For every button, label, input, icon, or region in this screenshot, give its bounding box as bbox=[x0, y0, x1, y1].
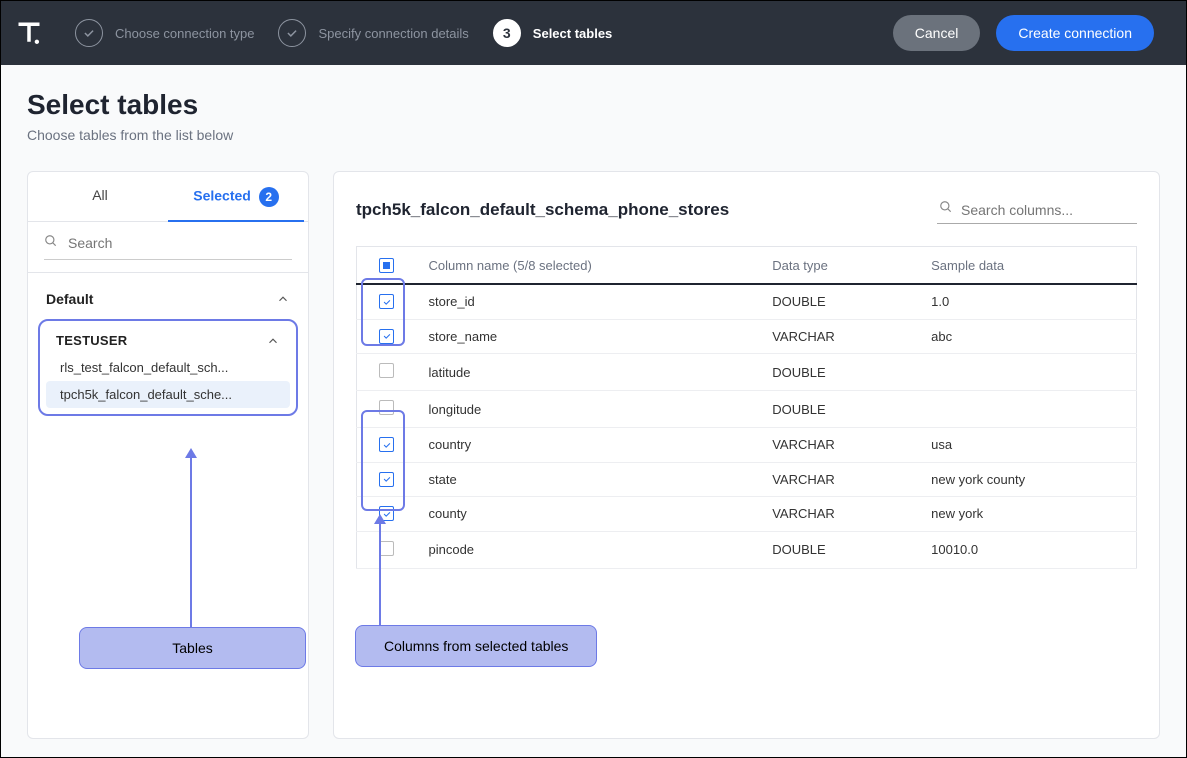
schema-header[interactable]: Default bbox=[38, 285, 298, 313]
data-type-cell: VARCHAR bbox=[760, 497, 919, 532]
column-name-cell: country bbox=[417, 428, 761, 463]
column-checkbox[interactable] bbox=[379, 294, 394, 309]
filter-tabs: All Selected 2 bbox=[28, 172, 308, 222]
tab-all[interactable]: All bbox=[32, 172, 168, 221]
column-checkbox[interactable] bbox=[379, 472, 394, 487]
step-select-tables[interactable]: 3 Select tables bbox=[493, 19, 613, 47]
data-type-cell: DOUBLE bbox=[760, 354, 919, 391]
table-row: store_nameVARCHARabc bbox=[357, 319, 1137, 354]
table-row: latitudeDOUBLE bbox=[357, 354, 1137, 391]
cancel-button[interactable]: Cancel bbox=[893, 15, 981, 51]
sample-data-cell bbox=[919, 354, 1136, 391]
sample-data-cell: abc bbox=[919, 319, 1136, 354]
annotation-columns: Columns from selected tables bbox=[355, 625, 597, 667]
check-icon bbox=[278, 19, 306, 47]
data-type-cell: DOUBLE bbox=[760, 284, 919, 319]
app-logo bbox=[15, 19, 71, 47]
data-type-cell: DOUBLE bbox=[760, 391, 919, 428]
step-connection-type[interactable]: Choose connection type bbox=[75, 19, 254, 47]
schema-group-testuser: TESTUSER rls_test_falcon_default_sch...t… bbox=[38, 319, 298, 416]
page-title: Select tables bbox=[27, 89, 1160, 121]
check-icon bbox=[75, 19, 103, 47]
table-search[interactable] bbox=[44, 234, 292, 260]
column-name-cell: county bbox=[417, 497, 761, 532]
sample-data-cell: 1.0 bbox=[919, 284, 1136, 319]
step-label: Specify connection details bbox=[318, 26, 468, 41]
column-search[interactable] bbox=[937, 196, 1137, 224]
table-list-item[interactable]: rls_test_falcon_default_sch... bbox=[46, 354, 290, 381]
wizard-steps: Choose connection type Specify connectio… bbox=[75, 19, 612, 47]
table-row: stateVARCHARnew york county bbox=[357, 462, 1137, 497]
table-list-item[interactable]: tpch5k_falcon_default_sche... bbox=[46, 381, 290, 408]
columns-table: Column name (5/8 selected) Data type Sam… bbox=[356, 246, 1137, 569]
table-search-input[interactable] bbox=[68, 235, 292, 251]
search-icon bbox=[44, 234, 58, 251]
user-group-header[interactable]: TESTUSER bbox=[46, 327, 290, 354]
topbar: Choose connection type Specify connectio… bbox=[1, 1, 1186, 65]
column-checkbox[interactable] bbox=[379, 329, 394, 344]
step-number: 3 bbox=[493, 19, 521, 47]
sample-data-cell: usa bbox=[919, 428, 1136, 463]
tables-panel: All Selected 2 Default bbox=[27, 171, 309, 739]
columns-panel: tpch5k_falcon_default_schema_phone_store… bbox=[333, 171, 1160, 739]
step-connection-details[interactable]: Specify connection details bbox=[278, 19, 468, 47]
column-name-cell: state bbox=[417, 462, 761, 497]
data-type-cell: VARCHAR bbox=[760, 319, 919, 354]
search-icon bbox=[939, 200, 953, 219]
column-name-header: Column name (5/8 selected) bbox=[417, 247, 761, 285]
sample-data-cell: new york county bbox=[919, 462, 1136, 497]
step-label: Choose connection type bbox=[115, 26, 254, 41]
column-name-cell: store_id bbox=[417, 284, 761, 319]
selected-count-badge: 2 bbox=[259, 187, 279, 207]
data-type-header: Data type bbox=[760, 247, 919, 285]
column-search-input[interactable] bbox=[961, 202, 1142, 218]
sample-data-cell bbox=[919, 391, 1136, 428]
step-label: Select tables bbox=[533, 26, 613, 41]
table-row: countryVARCHARusa bbox=[357, 428, 1137, 463]
selected-table-title: tpch5k_falcon_default_schema_phone_store… bbox=[356, 200, 729, 220]
column-name-cell: longitude bbox=[417, 391, 761, 428]
data-type-cell: VARCHAR bbox=[760, 428, 919, 463]
column-checkbox[interactable] bbox=[379, 541, 394, 556]
table-row: store_idDOUBLE1.0 bbox=[357, 284, 1137, 319]
tab-selected-label: Selected bbox=[193, 188, 251, 204]
table-row: countyVARCHARnew york bbox=[357, 497, 1137, 532]
annotation-tables: Tables bbox=[79, 627, 306, 669]
sample-data-cell: new york bbox=[919, 497, 1136, 532]
table-row: pincodeDOUBLE10010.0 bbox=[357, 531, 1137, 568]
page-subtitle: Choose tables from the list below bbox=[27, 127, 1160, 143]
column-name-cell: pincode bbox=[417, 531, 761, 568]
user-group-name: TESTUSER bbox=[56, 333, 127, 348]
chevron-up-icon bbox=[276, 292, 290, 306]
sample-data-cell: 10010.0 bbox=[919, 531, 1136, 568]
column-checkbox[interactable] bbox=[379, 437, 394, 452]
data-type-cell: DOUBLE bbox=[760, 531, 919, 568]
tab-selected[interactable]: Selected 2 bbox=[168, 172, 304, 221]
data-type-cell: VARCHAR bbox=[760, 462, 919, 497]
column-checkbox[interactable] bbox=[379, 400, 394, 415]
sample-data-header: Sample data bbox=[919, 247, 1136, 285]
column-name-cell: store_name bbox=[417, 319, 761, 354]
chevron-up-icon bbox=[266, 334, 280, 348]
select-all-checkbox[interactable] bbox=[379, 258, 394, 273]
column-name-cell: latitude bbox=[417, 354, 761, 391]
create-connection-button[interactable]: Create connection bbox=[996, 15, 1154, 51]
column-checkbox[interactable] bbox=[379, 363, 394, 378]
table-row: longitudeDOUBLE bbox=[357, 391, 1137, 428]
schema-name: Default bbox=[46, 291, 93, 307]
